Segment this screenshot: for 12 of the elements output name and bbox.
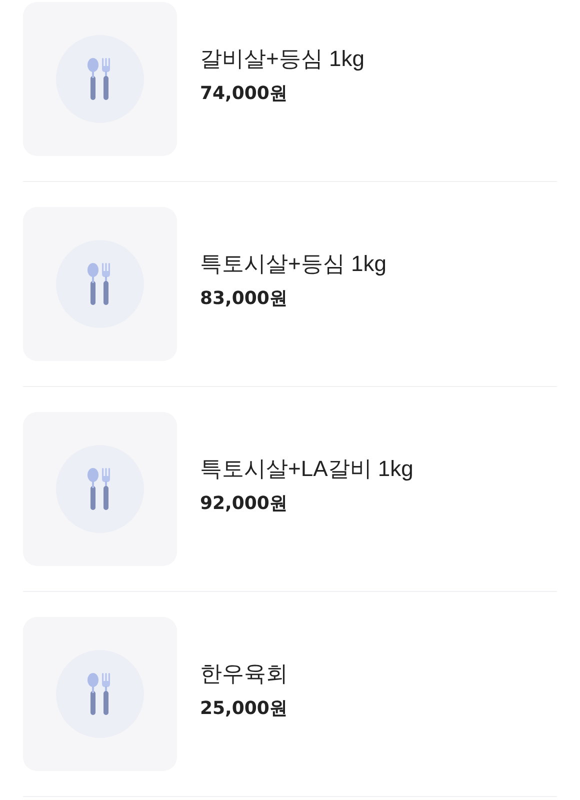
item-price: 83,000원 <box>200 287 288 311</box>
spoon-and-fork-icon <box>87 263 113 305</box>
spoon-and-fork-icon <box>87 673 113 715</box>
item-name: 특토시살+LA갈비 1kg <box>200 455 414 483</box>
item-price: 25,000원 <box>200 697 288 721</box>
item-price: 74,000원 <box>200 82 288 106</box>
item-price: 92,000원 <box>200 492 288 516</box>
spoon-and-fork-icon <box>87 468 113 510</box>
spoon-and-fork-icon <box>87 58 113 100</box>
item-name: 한우육회 <box>200 660 288 688</box>
item-name: 갈비살+등심 1kg <box>200 45 364 73</box>
item-name: 특토시살+등심 1kg <box>200 250 386 278</box>
